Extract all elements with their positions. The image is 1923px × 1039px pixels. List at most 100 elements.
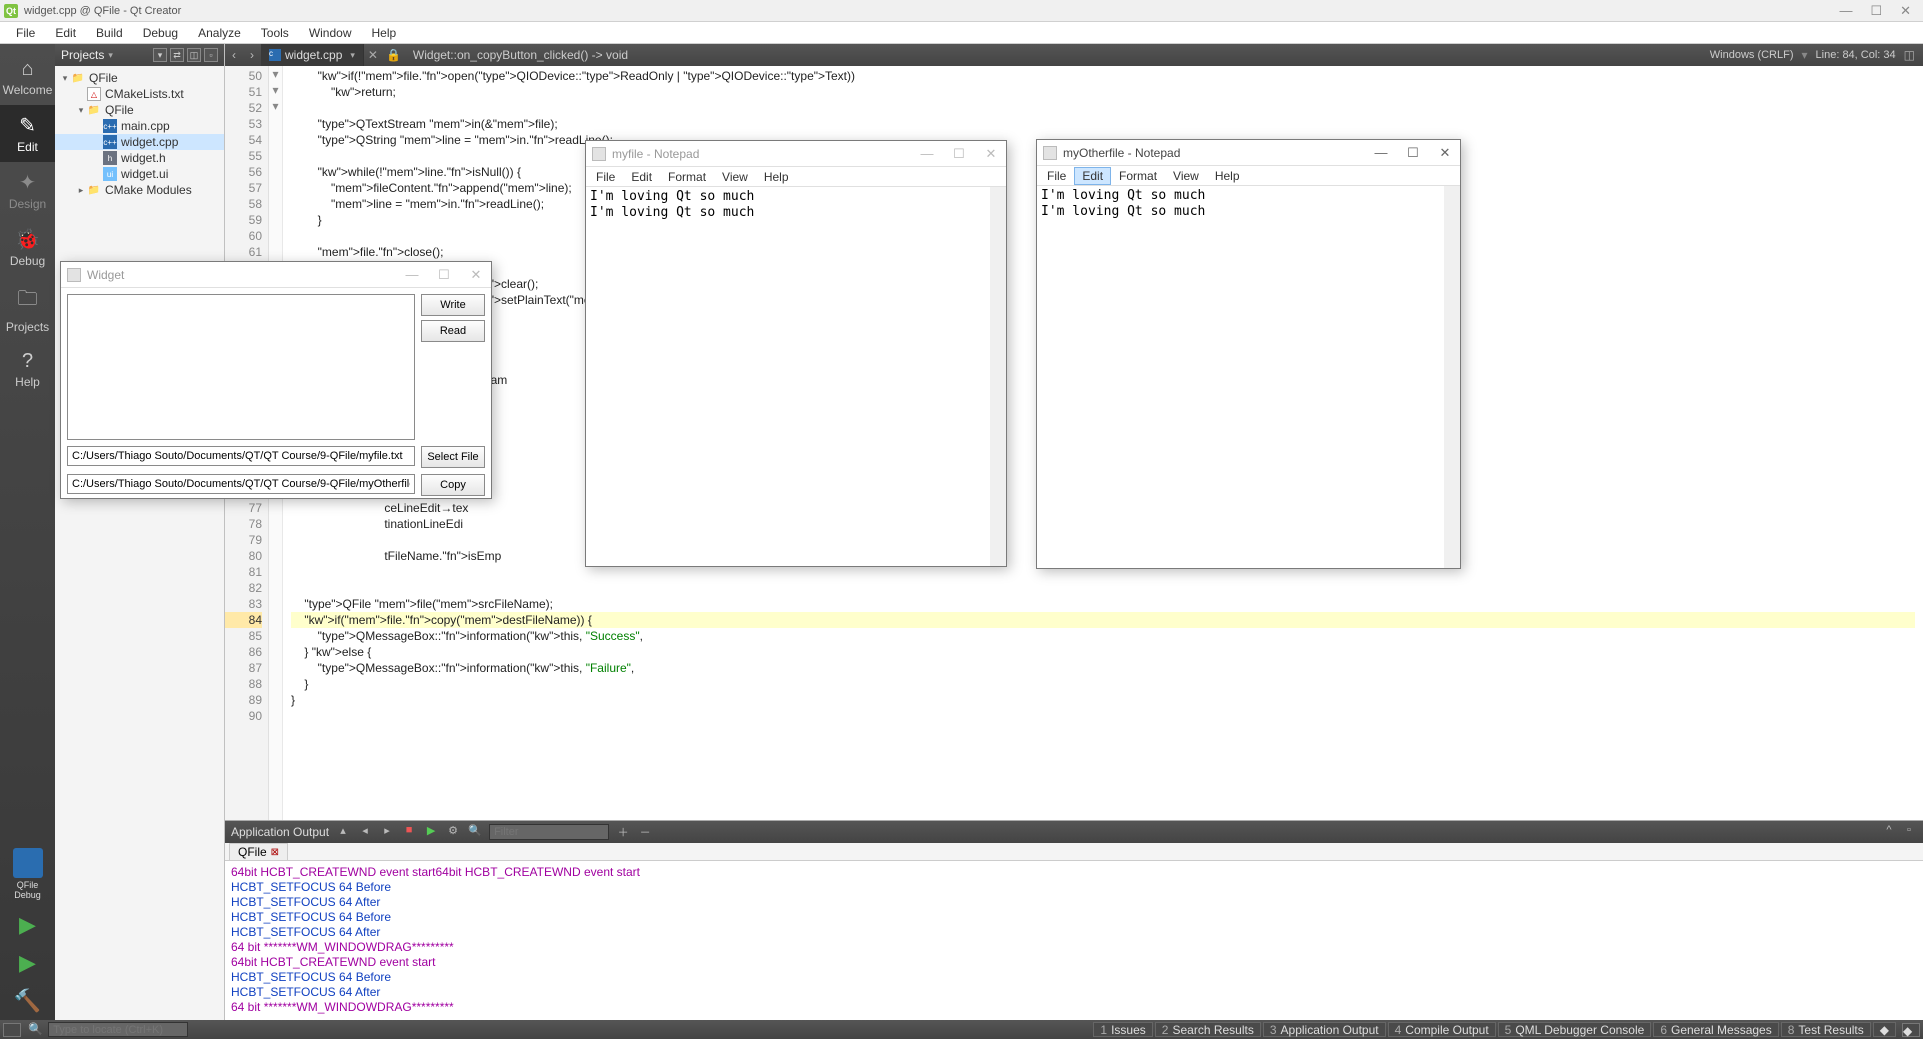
pane-test-results[interactable]: 8Test Results xyxy=(1781,1022,1871,1037)
np1-menu-edit[interactable]: Edit xyxy=(623,168,660,186)
cursor-position[interactable]: Line: 84, Col: 34 xyxy=(1816,49,1896,61)
nav-back[interactable]: ‹ xyxy=(225,48,243,62)
symbol-breadcrumb[interactable]: Widget::on_copyButton_clicked() -> void xyxy=(405,48,636,62)
text-edit[interactable] xyxy=(67,294,415,440)
menu-help[interactable]: Help xyxy=(362,23,407,43)
output-content[interactable]: 64bit HCBT_CREATEWND event start64bit HC… xyxy=(225,861,1923,1020)
tree-item-cmakelists-txt[interactable]: △CMakeLists.txt xyxy=(55,86,224,102)
target-selector[interactable]: QFile Debug xyxy=(0,842,55,906)
progress-toggle-icon[interactable]: ◆ xyxy=(1902,1023,1920,1037)
run-button[interactable]: ▶ xyxy=(0,906,55,944)
close-output-icon[interactable]: ▫ xyxy=(1901,824,1917,840)
menu-tools[interactable]: Tools xyxy=(251,23,299,43)
pane-search-results[interactable]: 2Search Results xyxy=(1155,1022,1261,1037)
notepad2-close-button[interactable]: ✕ xyxy=(1436,145,1454,161)
settings-icon[interactable]: ⚙ xyxy=(445,824,461,840)
expand-icon[interactable]: ▸ xyxy=(75,185,87,196)
tree-item-qfile[interactable]: ▾📁QFile xyxy=(55,70,224,86)
menu-debug[interactable]: Debug xyxy=(133,23,188,43)
pane-compile-output[interactable]: 4Compile Output xyxy=(1388,1022,1496,1037)
source-line-edit[interactable] xyxy=(67,446,415,466)
minimize-button[interactable]: — xyxy=(1839,3,1852,19)
nav-forward[interactable]: › xyxy=(243,48,261,62)
mode-edit[interactable]: ✎Edit xyxy=(0,105,55,162)
notepad1-min-button[interactable]: — xyxy=(918,146,936,162)
menu-edit[interactable]: Edit xyxy=(45,23,86,43)
np2-menu-help[interactable]: Help xyxy=(1207,167,1248,185)
np1-menu-view[interactable]: View xyxy=(714,168,756,186)
mode-debug[interactable]: 🐞Debug xyxy=(0,219,55,276)
notepad2-min-button[interactable]: — xyxy=(1372,145,1390,161)
pane-application-output[interactable]: 3Application Output xyxy=(1263,1022,1386,1037)
pane-more[interactable]: ◆ xyxy=(1873,1022,1896,1037)
output-filter-input[interactable] xyxy=(489,824,609,840)
menu-window[interactable]: Window xyxy=(299,23,362,43)
search-icon[interactable]: 🔍 xyxy=(467,824,483,840)
filter-icon[interactable]: ▾ xyxy=(153,48,167,62)
expand-icon[interactable]: ▾ xyxy=(59,73,71,84)
build-button[interactable]: 🔨 xyxy=(0,982,55,1020)
tree-item-widget-h[interactable]: hwidget.h xyxy=(55,150,224,166)
sidebar-toggle-icon[interactable] xyxy=(3,1023,21,1037)
pane-qml-debugger-console[interactable]: 5QML Debugger Console xyxy=(1498,1022,1652,1037)
tree-item-cmake-modules[interactable]: ▸📁CMake Modules xyxy=(55,182,224,198)
close-tab-icon[interactable]: ⊠ xyxy=(271,847,279,858)
link-icon[interactable]: ⇄ xyxy=(170,48,184,62)
add-icon[interactable]: ＋ xyxy=(615,824,631,840)
tab-close-icon[interactable]: ✕ xyxy=(364,48,382,62)
np1-menu-file[interactable]: File xyxy=(588,168,623,186)
menu-file[interactable]: File xyxy=(6,23,45,43)
minus-icon[interactable]: － xyxy=(637,824,653,840)
menu-build[interactable]: Build xyxy=(86,23,133,43)
close-button[interactable]: ✕ xyxy=(1900,3,1911,19)
dropdown-icon[interactable]: ▾ xyxy=(108,50,113,61)
widget-max-button[interactable]: ☐ xyxy=(435,267,453,283)
chevron-down-icon[interactable]: ▾ xyxy=(350,50,355,61)
pane-issues[interactable]: 1Issues xyxy=(1093,1022,1152,1037)
menu-analyze[interactable]: Analyze xyxy=(188,23,251,43)
np1-menu-format[interactable]: Format xyxy=(660,168,714,186)
split-icon[interactable]: ◫ xyxy=(187,48,201,62)
read-button[interactable]: Read xyxy=(421,320,485,342)
tree-item-main-cpp[interactable]: c++main.cpp xyxy=(55,118,224,134)
np2-menu-file[interactable]: File xyxy=(1039,167,1074,185)
write-button[interactable]: Write xyxy=(421,294,485,316)
notepad2-titlebar[interactable]: myOtherfile - Notepad — ☐ ✕ xyxy=(1037,140,1460,166)
pane-general-messages[interactable]: 6General Messages xyxy=(1653,1022,1778,1037)
run-debug-button[interactable]: ▶ xyxy=(0,944,55,982)
mode-help[interactable]: ?Help xyxy=(0,342,55,397)
select-file-button[interactable]: Select File xyxy=(421,446,485,468)
output-up-icon[interactable]: ▴ xyxy=(335,824,351,840)
notepad1-close-button[interactable]: ✕ xyxy=(982,146,1000,162)
notepad1-content[interactable]: I'm loving Qt so much I'm loving Qt so m… xyxy=(586,187,1006,566)
output-tab[interactable]: QFile ⊠ xyxy=(229,843,288,860)
notepad1-titlebar[interactable]: myfile - Notepad — ☐ ✕ xyxy=(586,141,1006,167)
editor-tab[interactable]: c widget.cpp ▾ xyxy=(261,44,364,66)
widget-titlebar[interactable]: Widget — ☐ ✕ xyxy=(61,262,491,288)
widget-close-button[interactable]: ✕ xyxy=(467,267,485,283)
encoding-selector[interactable]: Windows (CRLF) xyxy=(1710,49,1794,61)
maximize-output-icon[interactable]: ^ xyxy=(1881,824,1897,840)
notepad1-max-button[interactable]: ☐ xyxy=(950,146,968,162)
np2-menu-view[interactable]: View xyxy=(1165,167,1207,185)
tree-item-widget-ui[interactable]: uiwidget.ui xyxy=(55,166,224,182)
copy-button[interactable]: Copy xyxy=(421,474,485,496)
rerun-icon[interactable]: ▶ xyxy=(423,824,439,840)
mode-projects[interactable]: 🗀Projects xyxy=(0,276,55,342)
mode-design[interactable]: ✦Design xyxy=(0,162,55,219)
tree-item-widget-cpp[interactable]: c++widget.cpp xyxy=(55,134,224,150)
stop-icon[interactable]: ■ xyxy=(401,824,417,840)
np2-menu-format[interactable]: Format xyxy=(1111,167,1165,185)
split-editor-icon[interactable]: ◫ xyxy=(1904,48,1915,62)
notepad2-max-button[interactable]: ☐ xyxy=(1404,145,1422,161)
project-tree[interactable]: ▾📁QFile△CMakeLists.txt▾📁QFilec++main.cpp… xyxy=(55,66,224,202)
np2-menu-edit[interactable]: Edit xyxy=(1074,167,1111,185)
np1-menu-help[interactable]: Help xyxy=(756,168,797,186)
notepad2-content[interactable]: I'm loving Qt so much I'm loving Qt so m… xyxy=(1037,186,1460,568)
mode-welcome[interactable]: ⌂Welcome xyxy=(0,50,55,105)
locator-input[interactable] xyxy=(48,1022,188,1037)
widget-min-button[interactable]: — xyxy=(403,267,421,283)
tree-item-qfile[interactable]: ▾📁QFile xyxy=(55,102,224,118)
output-next-icon[interactable]: ▸ xyxy=(379,824,395,840)
close-panel-icon[interactable]: ▫ xyxy=(204,48,218,62)
